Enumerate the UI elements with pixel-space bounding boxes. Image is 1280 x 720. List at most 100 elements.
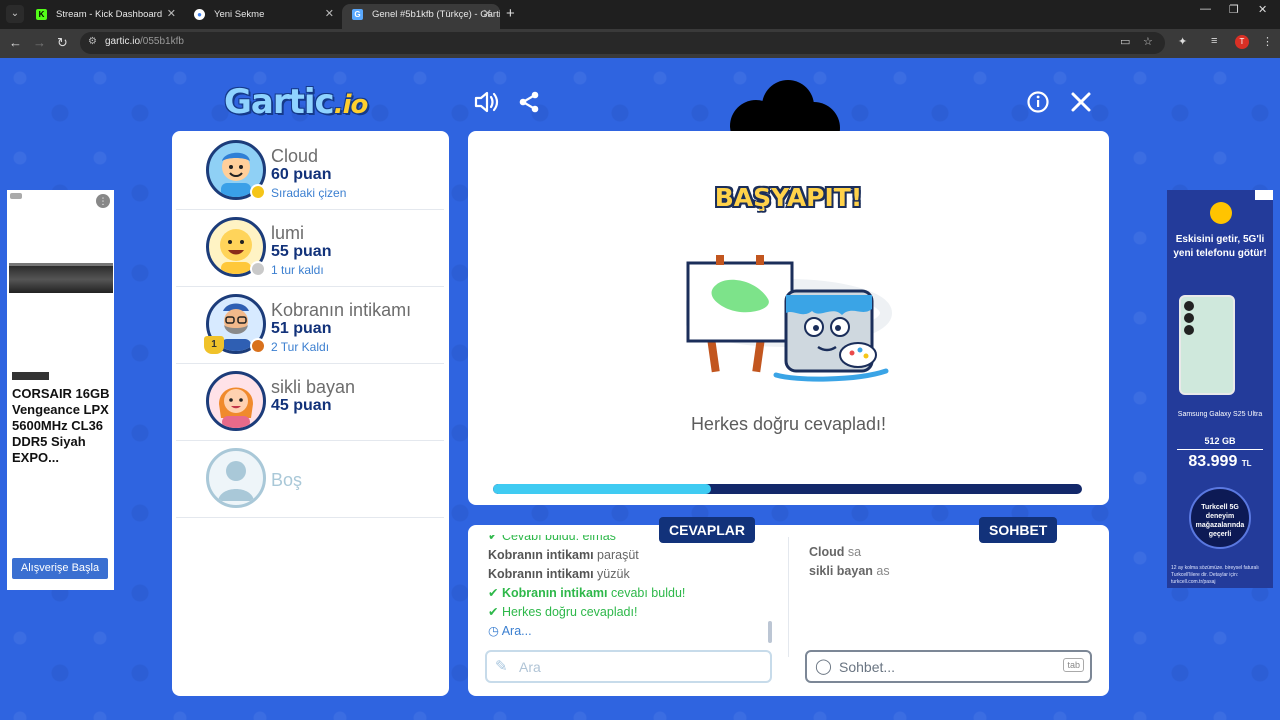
close-icon[interactable] — [1070, 91, 1092, 117]
drawing-panel: BAŞYAPIT! Herkes doğru cevapladı! — [468, 131, 1109, 505]
window-close-icon[interactable]: ✕ — [1258, 3, 1267, 16]
status-dot — [250, 261, 266, 277]
player-name: Boş — [271, 470, 303, 490]
chat-line: sikli bayan as — [809, 564, 890, 578]
round-status: Herkes doğru cevapladı! — [690, 414, 887, 434]
answer-line: ✔ Kobranın intikamı cevabı buldu! — [488, 586, 686, 600]
player-points: 45 puan — [271, 397, 332, 414]
back-icon[interactable]: ← — [9, 35, 22, 51]
chat-input[interactable]: ◯ Sohbet... tab — [805, 650, 1092, 683]
ad-product-text: CORSAIR 16GB Vengeance LPX 5600MHz CL36 … — [12, 386, 110, 465]
answer-input[interactable]: ✎ Ara — [485, 650, 772, 683]
pencil-icon: ✎ — [495, 658, 508, 675]
reload-icon[interactable]: ↻ — [57, 35, 68, 51]
check-icon: ✔ — [488, 605, 502, 619]
url-text: gartic.io/055b1kfb — [105, 36, 184, 47]
player-points: 55 puan — [271, 243, 332, 260]
gartic-icon: G — [352, 9, 363, 20]
tab-title: Genel #5b1kfb (Türkçe) - Gartic — [372, 9, 500, 20]
browser-toolbar: ← → ↻ ⚙ gartic.io/055b1kfb ▭ ☆ ✦ ≡ ⋮ — [0, 29, 1280, 58]
player-note: 1 tur kaldı — [271, 263, 324, 277]
chat-bubble-icon: ◯ — [815, 658, 832, 675]
ad-choices-icon[interactable] — [1255, 190, 1273, 200]
chrome-icon: ● — [194, 9, 205, 20]
close-tab-icon[interactable]: ✕ — [167, 4, 176, 25]
game-page: Gartic.io Cloud 60 puan Sıradaki çizen l… — [0, 58, 1280, 720]
sound-icon[interactable] — [474, 91, 500, 117]
tab-title: Stream - Kick Dashboard — [56, 9, 163, 20]
media-control-icon[interactable]: ≡ — [1211, 35, 1217, 47]
answer-line: Kobranın intikamı paraşüt — [488, 548, 639, 562]
ad-headline: Eskisini getir, 5G'li yeni telefonu götü… — [1173, 234, 1267, 259]
right-ad[interactable]: Eskisini getir, 5G'li yeni telefonu götü… — [1167, 190, 1273, 588]
panel-divider — [788, 537, 789, 657]
player-name: sikli bayan — [271, 377, 356, 397]
ad-menu-icon[interactable]: ⋮ — [96, 194, 110, 208]
address-bar[interactable]: ⚙ gartic.io/055b1kfb ▭ ☆ — [80, 32, 1165, 54]
player-note: 2 Tur Kaldı — [271, 340, 330, 354]
ad-divider — [1177, 449, 1263, 450]
answer-line: ✔ Cevabı buldu: elmas — [488, 535, 768, 546]
player-row[interactable]: 1 Kobranın intikamı 51 puan 2 Tur Kaldı — [176, 288, 444, 364]
chat-line: Cloud sa — [809, 545, 862, 559]
progress-fill — [493, 484, 711, 494]
info-icon[interactable] — [1027, 91, 1049, 117]
close-tab-icon[interactable]: ✕ — [483, 4, 492, 25]
extensions-icon[interactable]: ✦ — [1178, 35, 1187, 48]
trophy-icon: 1 — [204, 336, 224, 354]
new-tab-icon[interactable]: + — [506, 5, 515, 23]
bookmark-star-icon[interactable]: ☆ — [1143, 35, 1153, 48]
player-note: Sıradaki çizen — [271, 186, 347, 200]
player-name: lumi — [271, 223, 305, 243]
restore-icon[interactable]: ❐ — [1229, 3, 1239, 16]
ad-badge: Turkcell 5G deneyim mağazalarında geçerl… — [1189, 487, 1251, 549]
brand-logo — [12, 372, 49, 380]
kick-icon: K — [36, 9, 47, 20]
ram-product-image — [9, 263, 113, 293]
ad-price: 83.999 TL — [1188, 453, 1252, 470]
share-icon[interactable] — [518, 91, 540, 117]
phone-image — [1179, 295, 1235, 395]
gartic-logo: Gartic.io — [224, 82, 368, 122]
player-row[interactable]: lumi 55 puan 1 tur kaldı — [176, 211, 444, 287]
check-icon: ✔ — [488, 535, 502, 543]
chat-placeholder: Sohbet... — [839, 659, 896, 675]
ad-fine-print: 12 ay kolma sözümüze. bireysel faturalı … — [1171, 565, 1259, 585]
player-row[interactable]: Cloud 60 puan Sıradaki çizen — [176, 134, 444, 210]
player-name: Kobranın intikamı — [271, 300, 412, 320]
shop-button[interactable]: Alışverişe Başla — [12, 558, 108, 579]
player-row[interactable]: sikli bayan 45 puan — [176, 365, 444, 441]
answers-chat-panel: CEVAPLAR SOHBET ✔ Cevabı buldu: elmas Ko… — [468, 517, 1109, 696]
forward-icon[interactable]: → — [33, 35, 46, 51]
status-dot — [250, 338, 266, 354]
player-points: 51 puan — [271, 320, 332, 337]
cast-icon[interactable]: ▭ — [1120, 35, 1130, 48]
browser-tab-kick[interactable]: K Stream - Kick Dashboard ✕ — [26, 4, 184, 29]
chat-list: Cloud sa sikli bayan as — [809, 543, 890, 581]
answers-list: ✔ Cevabı buldu: elmas Kobranın intikamı … — [488, 535, 768, 647]
clock-icon: ◷ — [488, 624, 502, 638]
close-tab-icon[interactable]: ✕ — [325, 4, 334, 25]
answer-line: ◷ Ara... — [488, 624, 532, 638]
site-info-icon[interactable]: ⚙ — [88, 36, 97, 47]
profile-avatar[interactable]: T — [1235, 35, 1249, 49]
tab-chat[interactable]: SOHBET — [979, 517, 1058, 543]
empty-avatar — [206, 448, 266, 508]
ad-model: Samsung Galaxy S25 Ultra — [1177, 411, 1263, 418]
tab-key-hint: tab — [1063, 658, 1084, 672]
answers-scrollbar[interactable] — [768, 621, 772, 643]
ad-choices-icon[interactable] — [10, 193, 22, 199]
tab-search-icon[interactable]: ⌄ — [6, 5, 24, 23]
browser-tab-gartic[interactable]: G Genel #5b1kfb (Türkçe) - Gartic ✕ — [342, 4, 500, 29]
masterpiece-illustration — [686, 255, 892, 382]
round-title: BAŞYAPIT! — [714, 183, 863, 212]
avatar — [206, 371, 266, 431]
answer-placeholder: Ara — [519, 659, 541, 675]
browser-menu-icon[interactable]: ⋮ — [1262, 35, 1273, 48]
ad-storage: 512 GB — [1204, 436, 1236, 446]
left-ad[interactable]: ⋮ CORSAIR 16GB Vengeance LPX 5600MHz CL3… — [7, 190, 114, 590]
minimize-icon[interactable]: — — [1200, 3, 1211, 15]
browser-tab-newtab[interactable]: ● Yeni Sekme ✕ — [184, 4, 342, 29]
player-points: 60 puan — [271, 166, 332, 183]
player-list: Cloud 60 puan Sıradaki çizen lumi 55 pua… — [172, 131, 449, 696]
